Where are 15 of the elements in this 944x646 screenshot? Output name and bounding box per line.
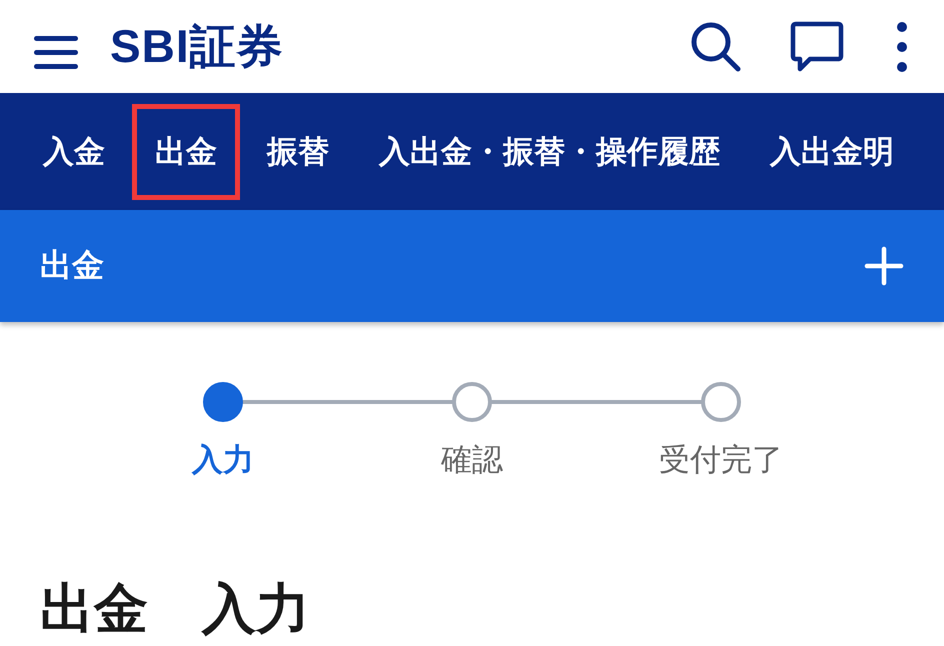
tab[interactable]: 入金 (20, 104, 128, 200)
logo[interactable]: SBI証券 (110, 16, 284, 78)
tab[interactable]: 振替 (244, 104, 352, 200)
section-title: 出金 (40, 245, 104, 286)
tab[interactable]: 出金 (132, 104, 240, 200)
step-label: 入力 (192, 441, 254, 480)
more-icon[interactable] (896, 20, 908, 72)
tab[interactable]: 入出金・振替・操作履歴 (356, 104, 743, 200)
chat-bubble-icon[interactable] (790, 20, 844, 74)
page-heading: 出金 入力 (40, 576, 311, 642)
step-label: 受付完了 (659, 441, 783, 480)
plus-icon[interactable] (864, 246, 904, 286)
search-icon[interactable] (690, 20, 742, 72)
step-label: 確認 (441, 441, 503, 480)
tab[interactable]: 入出金明 (747, 104, 917, 200)
